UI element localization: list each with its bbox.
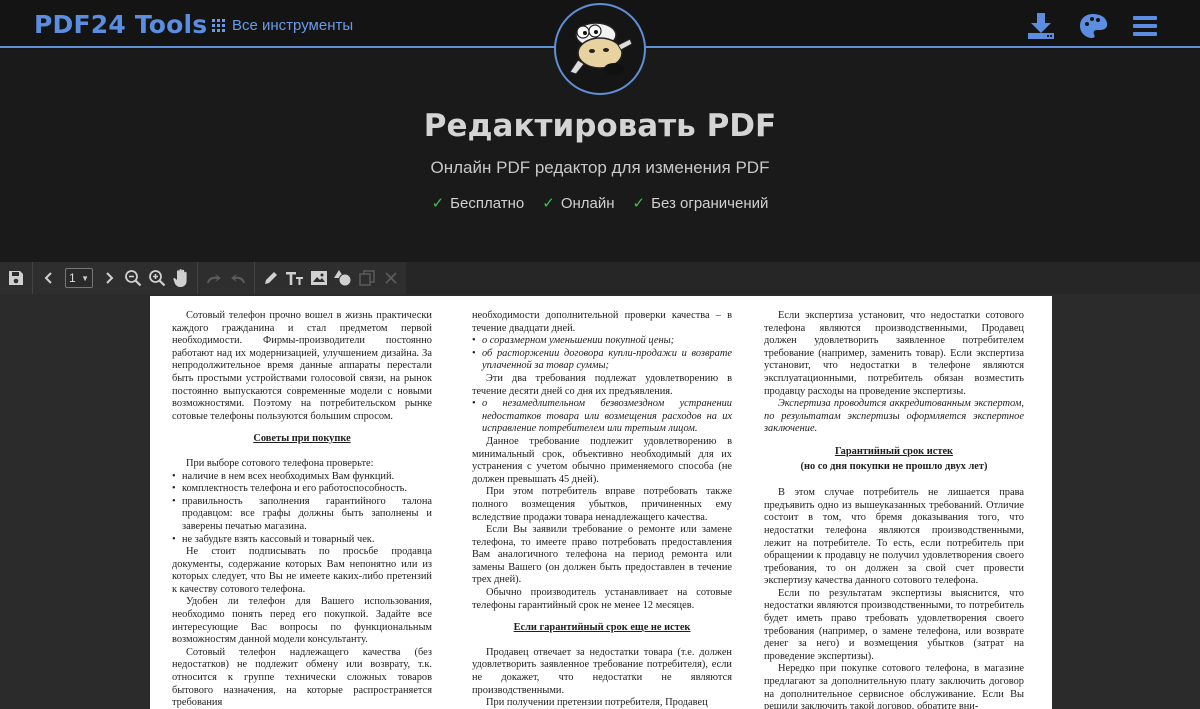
feature-item: ✓ Онлайн xyxy=(542,195,615,212)
paragraph: необходимости дополнительной проверки ка… xyxy=(472,310,732,334)
section-heading: Если гарантийный срок еще не истек xyxy=(513,622,691,634)
image-icon[interactable] xyxy=(307,266,331,290)
shapes-icon[interactable] xyxy=(331,266,355,290)
paragraph: Сотовый телефон прочно вошел в жизнь пра… xyxy=(172,310,432,422)
grid-icon xyxy=(212,19,225,32)
feature-list: ✓ Бесплатно ✓ Онлайн ✓ Без ограничений xyxy=(0,194,1200,212)
check-icon: ✓ xyxy=(632,195,646,212)
zoom-out-icon[interactable] xyxy=(121,266,145,290)
all-tools-label: Все инструменты xyxy=(232,17,354,34)
page-select[interactable]: 1 ▼ xyxy=(65,268,93,288)
brand-logo-text[interactable]: PDF24 Tools xyxy=(34,10,207,39)
page-column-2: необходимости дополнительной проверки ка… xyxy=(472,310,732,709)
section-subheading: (но со дня покупки не прошло двух лет) xyxy=(800,460,988,472)
section-heading: Советы при покупке xyxy=(253,433,351,445)
save-icon[interactable] xyxy=(4,266,28,290)
list-item: правильность заполнения гарантийного тал… xyxy=(172,496,432,534)
toolbar-divider xyxy=(197,262,198,294)
page-column-3: Если экспертиза установит, что недостатк… xyxy=(764,310,1024,709)
feature-item: ✓ Бесплатно xyxy=(431,195,525,212)
chevron-down-icon: ▼ xyxy=(81,273,89,283)
paragraph: При выборе сотового телефона проверьте: xyxy=(186,457,374,469)
paragraph: Удобен ли телефон для Вашего использован… xyxy=(172,596,432,646)
undo-icon[interactable] xyxy=(226,266,250,290)
page-subtitle: Онлайн PDF редактор для изменения PDF xyxy=(430,158,770,177)
zoom-in-icon[interactable] xyxy=(145,266,169,290)
feature-item: ✓ Без ограничений xyxy=(632,195,769,212)
list-item: о незамедлительном безвозмездном устране… xyxy=(472,398,732,436)
next-page-icon[interactable] xyxy=(97,266,121,290)
toolbar-divider xyxy=(254,262,255,294)
list-item: не забудьте взять кассовый и товарный че… xyxy=(172,534,432,547)
toolbar-buttons: 1 ▼ xyxy=(0,262,406,294)
check-icon: ✓ xyxy=(431,195,445,212)
mascot-logo[interactable] xyxy=(554,3,646,95)
paragraph: Нередко при покупке сотового телефона, в… xyxy=(764,663,1024,709)
paragraph: При получении претензии потребителя, Про… xyxy=(486,697,708,709)
download-icon[interactable] xyxy=(1026,11,1056,41)
document-viewer[interactable]: Сотовый телефон прочно вошел в жизнь пра… xyxy=(0,294,1200,709)
page-column-1: Сотовый телефон прочно вошел в жизнь пра… xyxy=(172,310,432,709)
header-actions xyxy=(1026,11,1160,41)
paragraph: Сотовый телефон надлежащего качества (бе… xyxy=(172,646,432,709)
list-item: комплектность телефона и его работоспосо… xyxy=(172,483,432,496)
paragraph: При этом потребитель вправе потребовать … xyxy=(472,486,732,523)
pen-icon[interactable] xyxy=(259,266,283,290)
check-icon: ✓ xyxy=(542,195,555,212)
menu-icon[interactable] xyxy=(1130,11,1160,41)
section-heading: Гарантийный срок истек xyxy=(834,445,954,457)
paragraph: Экспертиза проводится аккредитованным эк… xyxy=(764,398,1024,435)
paragraph: Данное требование подлежит удовлетворени… xyxy=(472,435,732,485)
paragraph: Если Вы заявили требование о ремонте или… xyxy=(472,524,732,586)
sheep-mascot-icon xyxy=(569,22,633,75)
paragraph: Если экспертиза установит, что недостатк… xyxy=(764,310,1024,397)
list-item: о соразмерном уменьшении покупной цены; xyxy=(472,335,732,348)
copy-icon[interactable] xyxy=(355,266,379,290)
paragraph: В этом случае потребитель не лишается пр… xyxy=(764,487,1024,587)
toolbar-divider xyxy=(32,262,33,294)
text-icon[interactable] xyxy=(283,266,307,290)
paragraph: Эти два требования подлежат удовлетворен… xyxy=(472,372,732,397)
page-select-value: 1 xyxy=(69,271,76,285)
pdf-page[interactable]: Сотовый телефон прочно вошел в жизнь пра… xyxy=(150,296,1052,709)
paragraph: Если по результатам экспертизы выяснится… xyxy=(764,587,1024,662)
paragraph: Продавец отвечает за недостатки товара (… xyxy=(472,646,732,696)
delete-icon[interactable] xyxy=(379,266,403,290)
palette-icon[interactable] xyxy=(1078,11,1108,41)
hand-icon[interactable] xyxy=(169,266,193,290)
paragraph: Обычно производитель устанавливает на со… xyxy=(472,587,732,611)
all-tools-link[interactable]: Все инструменты xyxy=(212,17,353,34)
paragraph: Не стоит подписывать по просьбе продавца… xyxy=(172,546,432,595)
editor-toolbar: 1 ▼ xyxy=(0,262,1200,294)
list-item: наличие в нем всех необходимых Вам функц… xyxy=(172,471,432,484)
prev-page-icon[interactable] xyxy=(37,266,61,290)
redo-icon[interactable] xyxy=(202,266,226,290)
page-title: Редактировать PDF xyxy=(423,108,777,144)
list-item: об расторжении договора купли-продажи и … xyxy=(472,348,732,373)
